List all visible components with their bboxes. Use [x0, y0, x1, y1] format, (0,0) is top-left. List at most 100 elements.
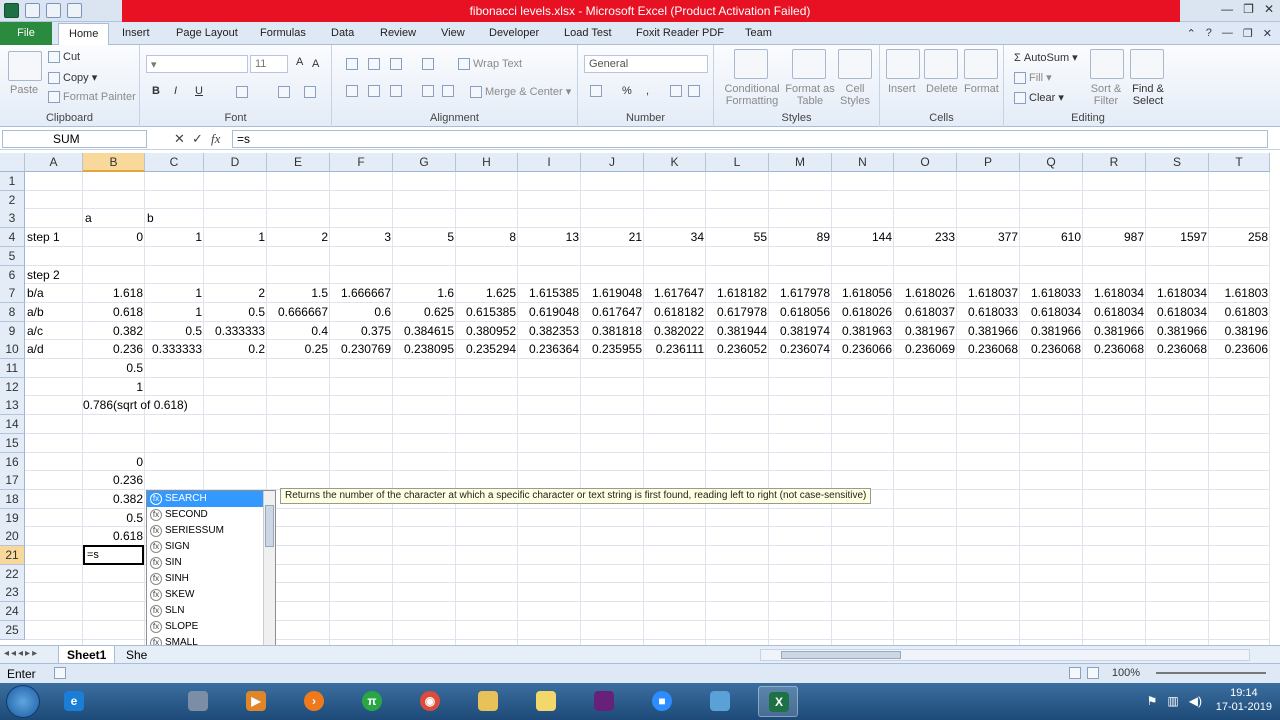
autocomplete-item-sln[interactable]: fx SLN: [147, 603, 275, 619]
cell-e4[interactable]: 2: [267, 228, 330, 247]
format-painter-button[interactable]: Format Painter: [48, 91, 136, 104]
cell-o7[interactable]: 1.618026: [894, 284, 957, 303]
cell-q10[interactable]: 0.236068: [1020, 340, 1083, 359]
cell-s10[interactable]: 0.236068: [1146, 340, 1209, 359]
cell-c4[interactable]: 1: [145, 228, 204, 247]
cell-q9[interactable]: 0.381966: [1020, 322, 1083, 341]
cell-r7[interactable]: 1.618034: [1083, 284, 1146, 303]
fill-color-icon[interactable]: [278, 86, 290, 98]
align-middle-icon[interactable]: [368, 58, 380, 70]
cell-s4[interactable]: 1597: [1146, 228, 1209, 247]
borders-icon[interactable]: [236, 86, 248, 98]
cell-j8[interactable]: 0.617647: [581, 303, 644, 322]
cell-b4[interactable]: 0: [83, 228, 145, 247]
cell-b10[interactable]: 0.236: [83, 340, 145, 359]
select-all-corner[interactable]: [0, 153, 25, 172]
row-header-11[interactable]: 11: [0, 359, 25, 378]
decrease-decimal-icon[interactable]: [688, 85, 700, 97]
row-header-13[interactable]: 13: [0, 396, 25, 416]
cell-p4[interactable]: 377: [957, 228, 1020, 247]
percent-icon[interactable]: %: [622, 85, 632, 97]
cell-q8[interactable]: 0.618034: [1020, 303, 1083, 322]
cell-r9[interactable]: 0.381966: [1083, 322, 1146, 341]
cell-l8[interactable]: 0.617978: [706, 303, 769, 322]
cell-l10[interactable]: 0.236052: [706, 340, 769, 359]
cell-b9[interactable]: 0.382: [83, 322, 145, 341]
row-header-25[interactable]: 25: [0, 620, 25, 640]
increase-indent-icon[interactable]: [442, 85, 454, 97]
cell-h4[interactable]: 8: [456, 228, 518, 247]
row-header-2[interactable]: 2: [0, 190, 25, 210]
system-clock[interactable]: 19:14 17-01-2019: [1216, 686, 1272, 714]
cell-c8[interactable]: 1: [145, 303, 204, 322]
taskbar-media[interactable]: ▶: [236, 686, 276, 717]
taskbar-app-b[interactable]: ›: [294, 686, 334, 717]
cell-l9[interactable]: 0.381944: [706, 322, 769, 341]
cell-m8[interactable]: 0.618056: [769, 303, 832, 322]
sheet-tab-sheet1[interactable]: Sheet1: [58, 646, 116, 664]
column-header-r[interactable]: R: [1083, 153, 1146, 172]
horizontal-scrollbar[interactable]: [760, 649, 1250, 661]
autocomplete-item-sin[interactable]: fx SIN: [147, 555, 275, 571]
row-header-21[interactable]: 21: [0, 546, 25, 565]
cell-k10[interactable]: 0.236111: [644, 340, 706, 359]
cell-h8[interactable]: 0.615385: [456, 303, 518, 322]
autocomplete-item-sinh[interactable]: fx SINH: [147, 571, 275, 587]
confirm-entry-icon[interactable]: ✓: [192, 131, 203, 147]
copy-button[interactable]: Copy ▾: [48, 71, 97, 85]
column-header-d[interactable]: D: [204, 153, 267, 172]
cell-m10[interactable]: 0.236074: [769, 340, 832, 359]
cell-d7[interactable]: 2: [204, 284, 267, 303]
cell-e7[interactable]: 1.5: [267, 284, 330, 303]
autocomplete-item-sign[interactable]: fx SIGN: [147, 539, 275, 555]
row-header-1[interactable]: 1: [0, 172, 25, 191]
flag-icon[interactable]: ⚑: [1147, 694, 1158, 708]
cell-n9[interactable]: 0.381963: [832, 322, 894, 341]
format-as-table-icon[interactable]: [792, 49, 826, 79]
column-header-h[interactable]: H: [456, 153, 518, 172]
horizontal-scroll-thumb[interactable]: [781, 651, 901, 659]
cell-m4[interactable]: 89: [769, 228, 832, 247]
cell-i9[interactable]: 0.382353: [518, 322, 581, 341]
row-header-7[interactable]: 7: [0, 284, 25, 304]
taskbar-ie[interactable]: e: [54, 686, 94, 717]
cell-e10[interactable]: 0.25: [267, 340, 330, 359]
taskbar-video-call[interactable]: ■: [642, 686, 682, 717]
font-name-combo[interactable]: ▾: [146, 55, 248, 73]
cell-a4[interactable]: step 1: [27, 228, 60, 247]
cell-i10[interactable]: 0.236364: [518, 340, 581, 359]
cell-b20[interactable]: 0.618: [83, 527, 145, 546]
cell-b18[interactable]: 0.382: [83, 490, 145, 509]
cell-p8[interactable]: 0.618033: [957, 303, 1020, 322]
merge-center-button[interactable]: Merge & Center ▾: [470, 85, 571, 99]
tab-data[interactable]: Data: [331, 27, 354, 39]
taskbar-notes[interactable]: [526, 686, 566, 717]
format-as-table-button[interactable]: Format as Table: [784, 83, 836, 107]
cell-g10[interactable]: 0.238095: [393, 340, 456, 359]
column-header-p[interactable]: P: [957, 153, 1020, 172]
format-cells-icon[interactable]: [964, 49, 998, 79]
cell-h10[interactable]: 0.235294: [456, 340, 518, 359]
column-header-l[interactable]: L: [706, 153, 769, 172]
sheet-tab-sheet2[interactable]: She: [118, 646, 155, 664]
cell-h7[interactable]: 1.625: [456, 284, 518, 303]
decrease-indent-icon[interactable]: [422, 85, 434, 97]
cell-d9[interactable]: 0.333333: [204, 322, 267, 341]
cell-i7[interactable]: 1.615385: [518, 284, 581, 303]
column-header-f[interactable]: F: [330, 153, 393, 172]
cell-q7[interactable]: 1.618033: [1020, 284, 1083, 303]
cell-l7[interactable]: 1.618182: [706, 284, 769, 303]
column-header-e[interactable]: E: [267, 153, 330, 172]
column-header-o[interactable]: O: [894, 153, 957, 172]
autosum-button[interactable]: Σ AutoSum ▾: [1014, 51, 1078, 64]
tab-formulas[interactable]: Formulas: [260, 27, 306, 39]
cell-o10[interactable]: 0.236069: [894, 340, 957, 359]
cell-n7[interactable]: 1.618056: [832, 284, 894, 303]
cell-n8[interactable]: 0.618026: [832, 303, 894, 322]
cell-h9[interactable]: 0.380952: [456, 322, 518, 341]
cell-l4[interactable]: 55: [706, 228, 769, 247]
row-header-24[interactable]: 24: [0, 602, 25, 622]
conditional-formatting-icon[interactable]: [734, 49, 768, 79]
row-header-19[interactable]: 19: [0, 508, 25, 528]
active-cell-b21[interactable]: =s: [83, 545, 144, 565]
